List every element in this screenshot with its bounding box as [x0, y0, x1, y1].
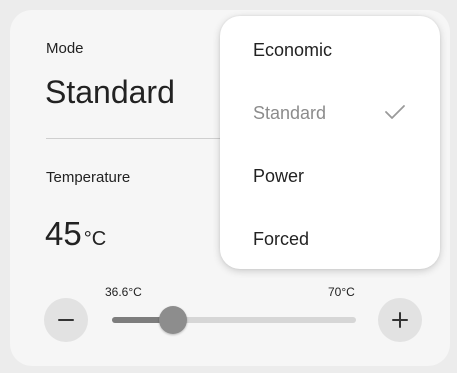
- temperature-unit: °C: [83, 228, 107, 250]
- minus-icon: [58, 319, 74, 321]
- slider-min-label: 36.6°C: [105, 285, 142, 299]
- mode-selector-value[interactable]: Standard: [45, 74, 175, 111]
- dropdown-option-label: Economic: [253, 40, 333, 60]
- plus-icon: [392, 312, 408, 328]
- check-icon: [385, 105, 405, 119]
- slider-thumb[interactable]: [159, 306, 187, 334]
- temperature-readout: 45 °C: [45, 215, 106, 253]
- mode-dropdown-menu: Economic Standard Power Forced: [220, 16, 440, 269]
- temperature-label: Temperature: [46, 169, 131, 186]
- dropdown-option-economic[interactable]: Economic: [220, 26, 440, 74]
- decrease-temperature-button[interactable]: [44, 298, 88, 342]
- dropdown-option-power[interactable]: Power: [220, 152, 440, 200]
- dropdown-option-forced[interactable]: Forced: [220, 215, 440, 263]
- dropdown-option-label: Standard: [253, 103, 327, 123]
- temperature-slider[interactable]: [112, 306, 356, 334]
- dropdown-option-standard[interactable]: Standard: [220, 89, 440, 137]
- increase-temperature-button[interactable]: [378, 298, 422, 342]
- dropdown-option-label: Power: [253, 166, 305, 186]
- dropdown-option-label: Forced: [253, 229, 310, 249]
- divider: [46, 138, 231, 139]
- slider-max-label: 70°C: [328, 285, 355, 299]
- mode-label: Mode: [46, 40, 84, 57]
- temperature-value: 45: [45, 215, 82, 252]
